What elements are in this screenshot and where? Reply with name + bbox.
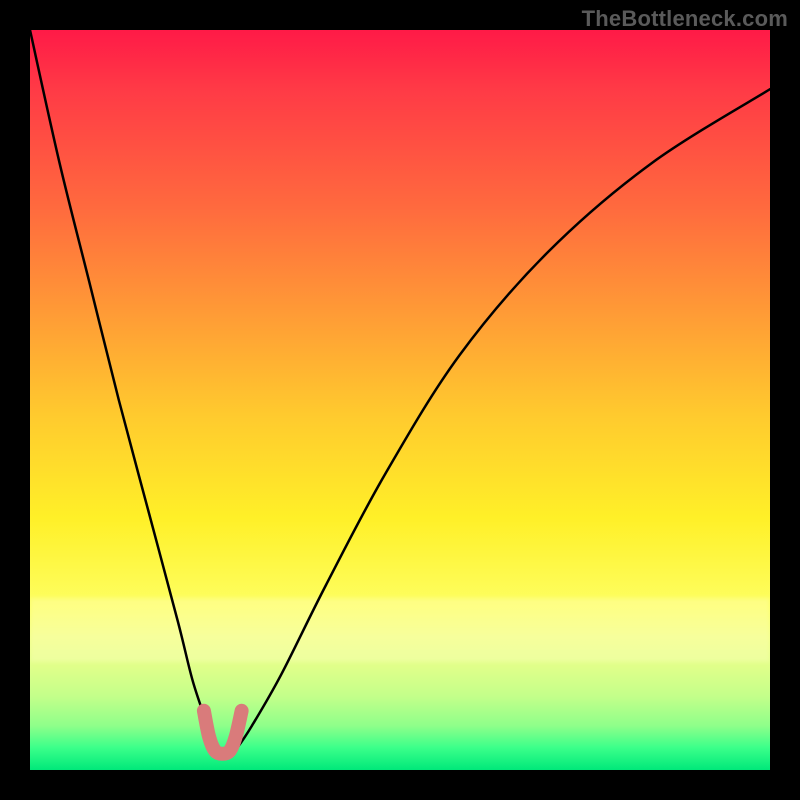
watermark-text: TheBottleneck.com (582, 6, 788, 32)
bottom-red-marker (204, 711, 242, 754)
chart-stage: TheBottleneck.com (0, 0, 800, 800)
bottleneck-curve (30, 30, 770, 756)
curve-svg (30, 30, 770, 770)
plot-area (30, 30, 770, 770)
